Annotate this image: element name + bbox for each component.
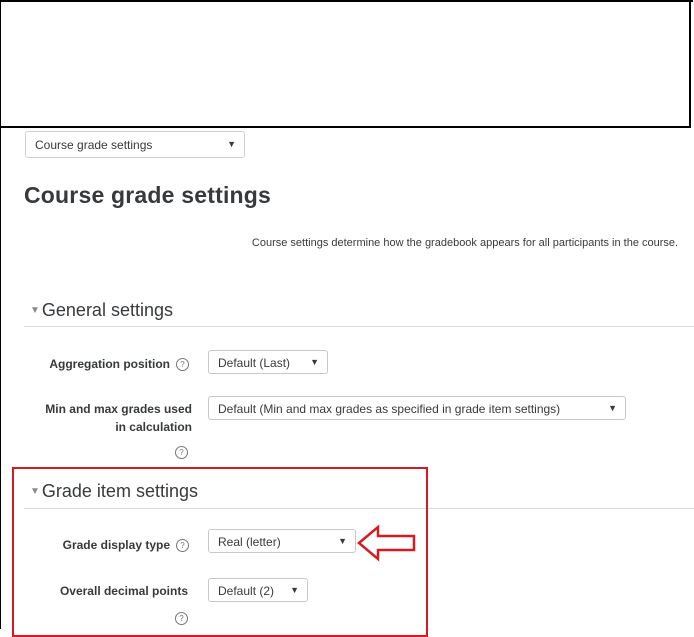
aggregation-position-label: Aggregation position (49, 357, 170, 371)
min-max-grades-label-line1: Min and max grades used (45, 402, 192, 416)
dropdown-arrow-icon: ▼ (310, 357, 319, 367)
dropdown-arrow-icon: ▼ (608, 403, 617, 413)
min-max-grades-label: Min and max grades used in calculation (10, 402, 192, 434)
header-area (0, 0, 691, 128)
general-settings-toggle[interactable]: ▼ General settings (30, 300, 173, 321)
page-title: Course grade settings (24, 182, 272, 208)
general-settings-heading: General settings (41, 300, 173, 320)
min-max-grades-select[interactable]: Default (Min and max grades as specified… (208, 396, 626, 420)
min-max-grades-label-line2: in calculation (115, 420, 192, 434)
intro-text: Course settings determine how the gradeb… (251, 237, 679, 249)
section-divider (24, 326, 694, 327)
aggregation-position-select[interactable]: Default (Last) ▼ (208, 350, 328, 374)
collapse-triangle-icon: ▼ (30, 305, 40, 316)
report-navigation-select[interactable]: Course grade settings ▼ (25, 131, 245, 158)
aggregation-position-value: Default (Last) (218, 356, 291, 370)
dropdown-arrow-icon: ▼ (227, 139, 236, 149)
min-max-grades-value: Default (Min and max grades as specified… (218, 402, 561, 416)
help-icon[interactable]: ? (176, 358, 189, 371)
report-navigation-value: Course grade settings (35, 138, 153, 152)
annotation-highlight-box (12, 467, 428, 637)
help-icon[interactable]: ? (175, 446, 188, 459)
